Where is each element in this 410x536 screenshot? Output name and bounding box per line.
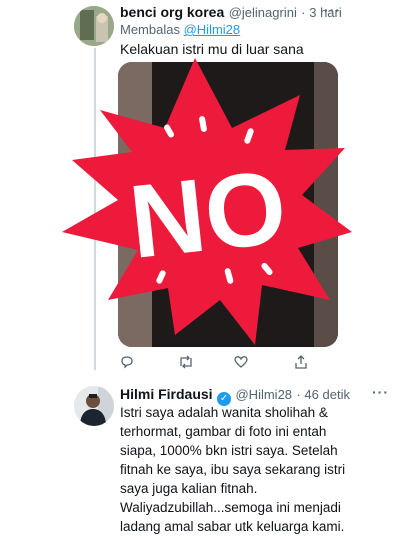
- thread-line: [94, 48, 96, 370]
- author-handle[interactable]: @Hilmi28: [235, 387, 292, 402]
- tweet-media-image[interactable]: [118, 62, 338, 347]
- share-icon: [295, 355, 307, 369]
- replying-prefix: Membalas: [120, 22, 180, 37]
- tweet-text-line: Istri saya adalah wanita sholihah &: [120, 405, 328, 420]
- author-handle[interactable]: @jelinagrini: [229, 5, 297, 20]
- replying-mention-link[interactable]: @Hilmi28: [184, 22, 241, 37]
- reply-button[interactable]: [120, 355, 134, 369]
- main-tweet-text: Istri saya adalah wanita sholihah & terh…: [120, 403, 410, 536]
- media-left-strip: [118, 62, 152, 347]
- avatar-reply-author[interactable]: [74, 6, 114, 46]
- retweet-button[interactable]: [178, 355, 194, 369]
- avatar-image: [74, 386, 114, 426]
- replying-to: Membalas @Hilmi28: [120, 22, 240, 37]
- reply-icon: [121, 356, 133, 369]
- share-button[interactable]: [294, 355, 308, 369]
- tweet-timestamp[interactable]: · 46 detik: [296, 387, 349, 402]
- avatar-image: [74, 6, 114, 46]
- tweet-text-line: ladang amal sabar utk keluarga kami.: [120, 519, 345, 534]
- media-right-strip: [314, 62, 338, 347]
- retweet-icon: [180, 355, 192, 369]
- more-options-icon[interactable]: ···: [372, 384, 389, 400]
- author-name[interactable]: Hilmi Firdausi: [120, 386, 213, 402]
- like-icon: [234, 356, 248, 368]
- tweet-text-line: saya juga kalian fitnah.: [120, 481, 258, 496]
- author-name[interactable]: benci org korea: [120, 4, 224, 20]
- avatar-main-author[interactable]: [74, 386, 114, 426]
- more-options-icon[interactable]: ···: [324, 2, 341, 18]
- tweet-text-line: terhormat, gambar di foto ini entah: [120, 424, 327, 439]
- reply-tweet-text: Kelakuan istri mu di luar sana: [120, 41, 304, 57]
- tweet-text-line: Waliyadzubillah...semoga ini menjadi: [120, 500, 341, 515]
- tweet-text-line: siapa, 1000% bkn istri saya. Setelah: [120, 443, 338, 458]
- tweet-text-line: fitnah ke saya, ibu saya sekarang istri: [120, 462, 346, 477]
- like-button[interactable]: [234, 355, 248, 369]
- reply-header: benci org korea @jelinagrini · 3 hari: [120, 4, 400, 22]
